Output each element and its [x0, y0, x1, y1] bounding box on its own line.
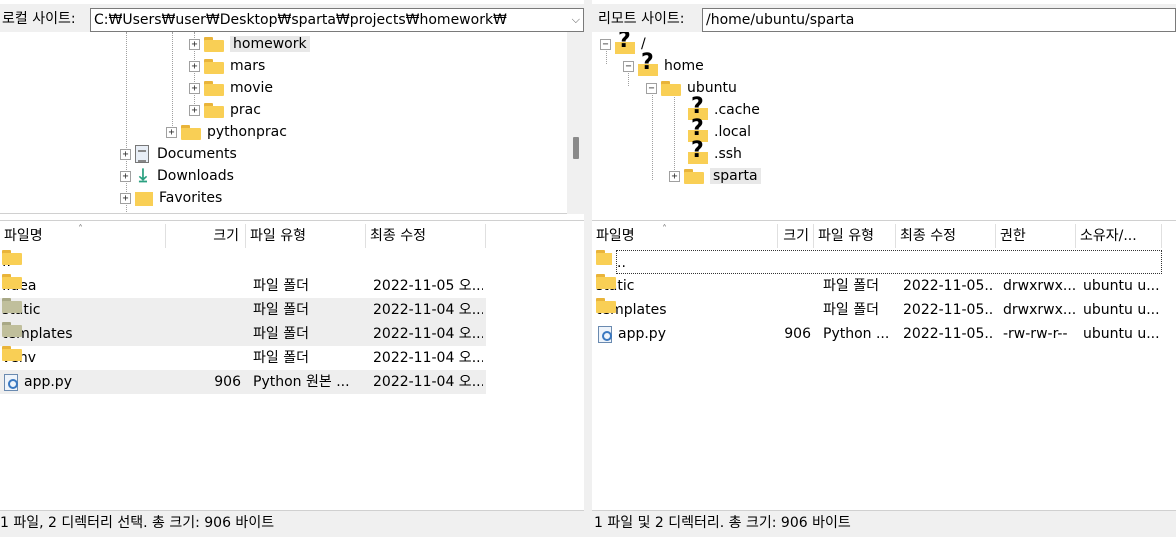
expand-icon[interactable]: + — [120, 192, 131, 204]
column-header-owner[interactable]: 소유자/... — [1076, 224, 1162, 248]
folder-icon — [684, 168, 704, 184]
expand-icon[interactable]: + — [189, 104, 200, 116]
collapse-icon[interactable]: − — [646, 82, 657, 94]
column-header-modified[interactable]: 최종 수정 — [366, 224, 486, 248]
table-row[interactable]: app.py 906 Python 원본 ... 2022-11-04 오... — [0, 370, 486, 394]
column-header-type[interactable]: 파일 유형 — [246, 224, 366, 248]
tree-item-documents[interactable]: + Documents — [120, 143, 237, 165]
tree-item-favorites[interactable]: + Favorites — [120, 187, 222, 209]
documents-icon — [135, 145, 149, 163]
column-header-size[interactable]: 크기 — [166, 224, 246, 248]
tree-item-homework[interactable]: + homework — [189, 33, 310, 55]
remote-site-label: 리모트 사이트: — [598, 11, 685, 27]
folder-icon — [204, 80, 224, 96]
tree-item-label: .cache — [714, 102, 760, 118]
table-row[interactable]: .idea 파일 폴더 2022-11-05 오... — [0, 274, 486, 298]
remote-tree: −? / −? home − ubuntu ? .cache ? .local ? .ssh… — [592, 32, 1176, 214]
table-row[interactable]: templates 파일 폴더 2022-11-05... drwxrwx...… — [592, 298, 1162, 322]
remote-site-bar: 리모트 사이트: /home/ubuntu/sparta — [592, 4, 1176, 32]
tree-item-label: home — [664, 58, 704, 74]
remote-file-list: 파일명 ˄ 크기 파일 유형 최종 수정 권한 소유자/... .. stati… — [592, 220, 1176, 510]
tree-item-label: .ssh — [714, 146, 742, 162]
remote-path-combo[interactable]: /home/ubuntu/sparta — [702, 8, 1176, 32]
folder-icon — [181, 124, 201, 140]
scrollbar-thumb[interactable] — [573, 137, 579, 159]
tree-item-prac[interactable]: + prac — [189, 99, 261, 121]
tree-item-label: Favorites — [159, 190, 223, 206]
python-file-icon — [598, 325, 612, 343]
local-site-bar: 로컬 사이트: C:₩Users₩user₩Desktop₩sparta₩pro… — [0, 4, 584, 32]
column-header-filename[interactable]: 파일명 ˄ — [592, 224, 778, 248]
remote-path-text: /home/ubuntu/sparta — [706, 12, 855, 28]
remote-status-bar: 1 파일 및 2 디렉터리. 총 크기: 906 바이트 — [592, 510, 1176, 537]
local-pane: 로컬 사이트: C:₩Users₩user₩Desktop₩sparta₩pro… — [0, 0, 584, 537]
expand-icon[interactable]: + — [166, 126, 177, 138]
tree-item-label: .local — [714, 124, 752, 140]
tree-item-downloads[interactable]: + ⤓ Downloads — [120, 165, 234, 187]
folder-icon — [204, 36, 224, 52]
tree-item-label: homework — [230, 36, 310, 52]
tree-item-ssh[interactable]: ? .ssh — [688, 140, 742, 165]
tree-item-label: sparta — [710, 168, 761, 184]
favorites-folder-icon — [135, 190, 153, 206]
table-row[interactable]: templates 파일 폴더 2022-11-04 오... — [0, 322, 486, 346]
unknown-folder-icon: ? — [615, 32, 635, 54]
local-status-bar: 1 파일, 2 디렉터리 선택. 총 크기: 906 바이트 — [0, 510, 584, 537]
download-arrow-icon: ⤓ — [139, 165, 147, 186]
local-tree: + homework + mars + movie + prac + pythonprac… — [0, 32, 584, 214]
expand-icon[interactable]: + — [669, 170, 680, 182]
tree-item-sparta[interactable]: + sparta — [669, 165, 761, 187]
local-file-list: 파일명 ˄ 크기 파일 유형 최종 수정 .. .idea 파일 폴더 2022… — [0, 220, 584, 510]
tree-item-label: mars — [230, 58, 266, 74]
unknown-folder-icon: ? — [688, 140, 708, 164]
column-header-size[interactable]: 크기 — [778, 224, 814, 248]
tree-item-label: movie — [230, 80, 273, 96]
column-header-filename[interactable]: 파일명 ˄ — [0, 224, 166, 248]
expand-icon[interactable]: + — [189, 38, 200, 50]
folder-icon — [661, 80, 681, 96]
collapse-icon[interactable]: − — [600, 38, 611, 50]
column-header-modified[interactable]: 최종 수정 — [896, 224, 996, 248]
tree-item-label: Downloads — [157, 168, 234, 184]
pane-splitter[interactable] — [584, 0, 592, 537]
tree-item-label: pythonprac — [207, 124, 287, 140]
expand-icon[interactable]: + — [120, 148, 131, 160]
tree-item-label: Documents — [157, 146, 237, 162]
tree-item-mars[interactable]: + mars — [189, 55, 265, 77]
tree-item-root[interactable]: −? / — [600, 32, 646, 55]
column-header-type[interactable]: 파일 유형 — [814, 224, 896, 248]
sort-up-arrow-icon: ˄ — [78, 224, 83, 235]
local-site-label: 로컬 사이트: — [2, 11, 76, 27]
table-row[interactable]: app.py 906 Python ... 2022-11-05... -rw-… — [592, 322, 1162, 346]
folder-icon — [204, 102, 224, 118]
tree-item-pythonprac[interactable]: + pythonprac — [166, 121, 287, 143]
expand-icon[interactable]: + — [120, 170, 131, 182]
local-path-combo[interactable]: C:₩Users₩user₩Desktop₩sparta₩projects₩ho… — [90, 8, 584, 32]
table-row[interactable]: static 파일 폴더 2022-11-04 오... — [0, 298, 486, 322]
expand-icon[interactable]: + — [189, 60, 200, 72]
chevron-down-icon[interactable]: ⌵ — [572, 9, 580, 31]
column-header-permissions[interactable]: 권한 — [996, 224, 1076, 248]
local-path-text: C:₩Users₩user₩Desktop₩sparta₩projects₩ho… — [94, 12, 507, 28]
python-file-icon — [4, 373, 18, 391]
expand-icon[interactable]: + — [189, 82, 200, 94]
tree-item-label: prac — [230, 102, 261, 118]
tree-item-movie[interactable]: + movie — [189, 77, 273, 99]
table-row[interactable]: .. — [0, 250, 486, 274]
sort-up-arrow-icon: ˄ — [662, 224, 667, 235]
table-row[interactable]: .. — [592, 250, 1162, 274]
unknown-folder-icon: ? — [638, 52, 658, 76]
remote-pane: 리모트 사이트: /home/ubuntu/sparta −? / −? home … — [592, 0, 1176, 537]
table-row[interactable]: venv 파일 폴더 2022-11-04 오... — [0, 346, 486, 370]
collapse-icon[interactable]: − — [623, 60, 634, 72]
folder-icon — [204, 58, 224, 74]
local-tree-scrollbar[interactable] — [567, 32, 584, 214]
tree-item-home[interactable]: −? home — [623, 52, 704, 77]
table-row[interactable]: static 파일 폴더 2022-11-05... drwxrwx... ub… — [592, 274, 1162, 298]
